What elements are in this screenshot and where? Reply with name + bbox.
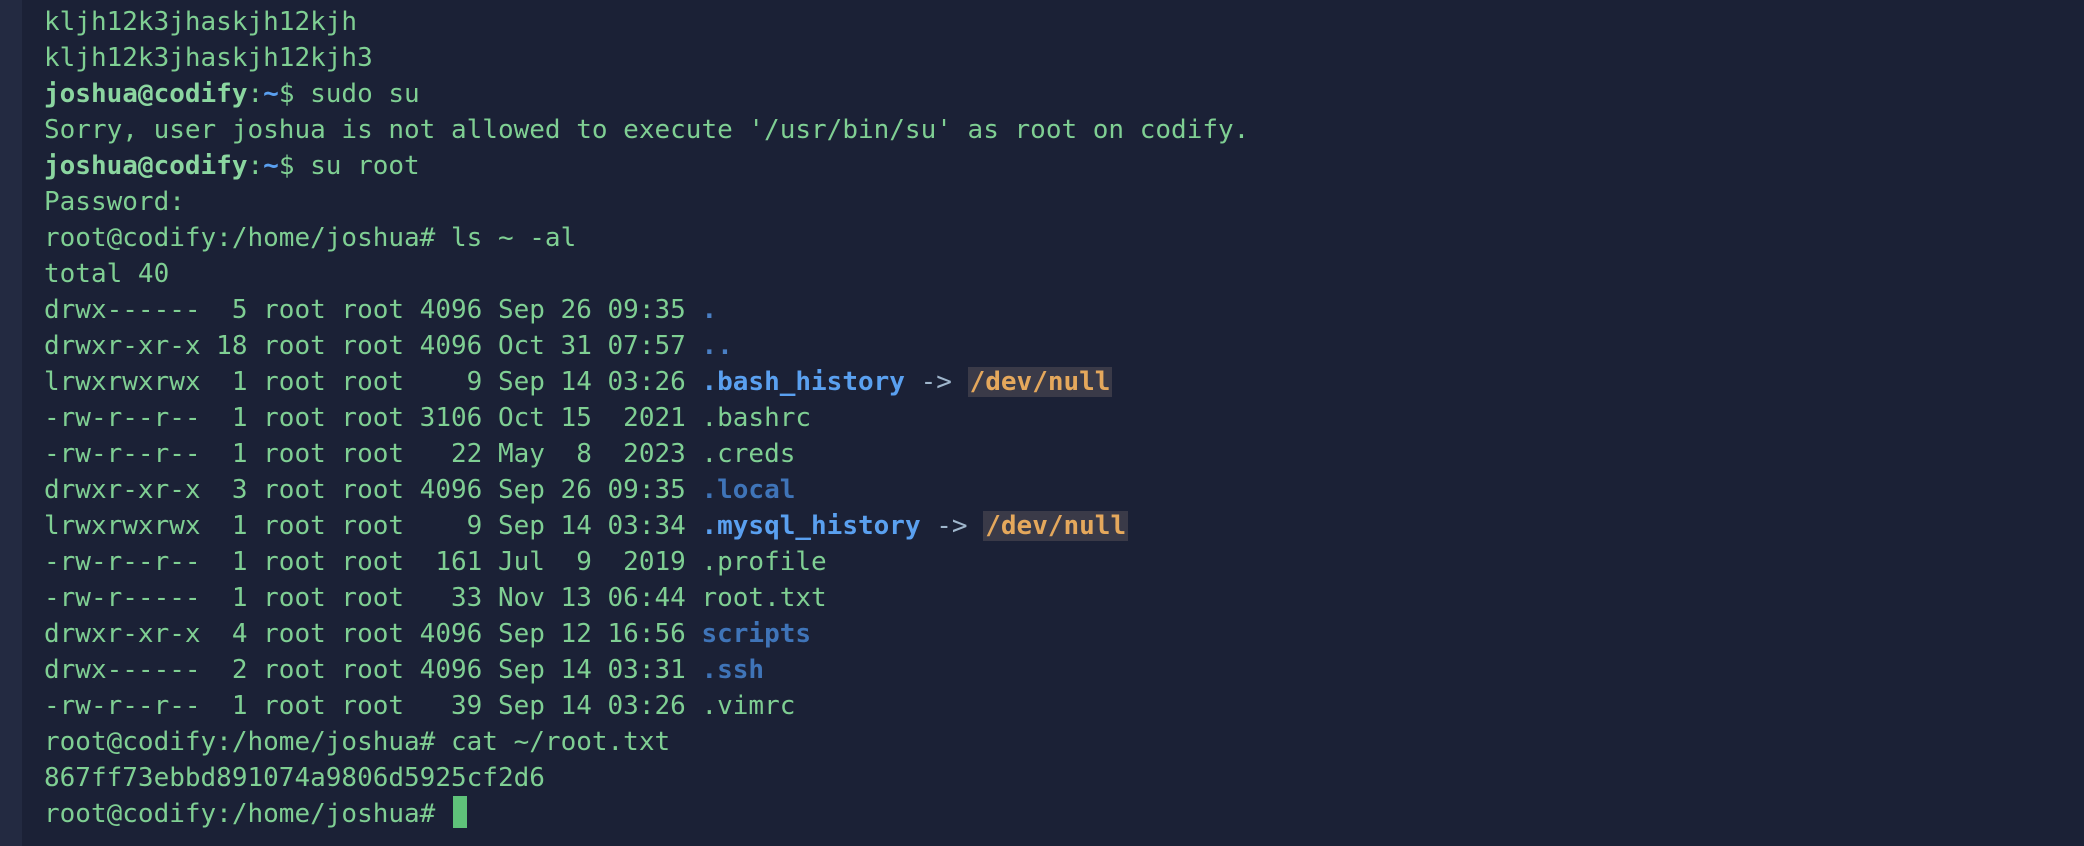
root-prompt-line: root@codify:/home/joshua# cat ~/root.txt <box>44 724 2084 760</box>
root-prompt: root@codify:/home/joshua# <box>44 799 451 829</box>
listing-row: -rw-r--r-- 1 root root 22 May 8 2023 .cr… <box>44 436 2084 472</box>
listing-row: -rw-r--r-- 1 root root 161 Jul 9 2019 .p… <box>44 544 2084 580</box>
listing-row: drwx------ 5 root root 4096 Sep 26 09:35… <box>44 292 2084 328</box>
file-name: .mysql_history <box>701 511 921 541</box>
file-metadata: drwx------ 2 root root 4096 Sep 14 03:31 <box>44 655 702 685</box>
command-text: ls ~ -al <box>451 223 577 253</box>
text-cursor[interactable] <box>453 796 467 828</box>
file-metadata: -rw-r--r-- 1 root root 22 May 8 2023 <box>44 439 702 469</box>
prompt-line: joshua@codify:~$ sudo su <box>44 79 420 109</box>
file-name: .creds <box>701 439 796 469</box>
listing-row: -rw-r----- 1 root root 33 Nov 13 06:44 r… <box>44 580 2084 616</box>
file-name: .ssh <box>701 655 765 685</box>
output-line: kljh12k3jhaskjh12kjh <box>44 7 358 37</box>
output-line: Sorry, user joshua is not allowed to exe… <box>44 115 1250 145</box>
file-name: root.txt <box>701 583 827 613</box>
file-metadata: -rw-r----- 1 root root 33 Nov 13 06:44 <box>44 583 702 613</box>
output-line: total 40 <box>44 259 170 289</box>
listing-row: drwxr-xr-x 3 root root 4096 Sep 26 09:35… <box>44 472 2084 508</box>
file-name: . <box>701 295 718 325</box>
file-metadata: lrwxrwxrwx 1 root root 9 Sep 14 03:34 <box>44 511 702 541</box>
listing-row: drwx------ 2 root root 4096 Sep 14 03:31… <box>44 652 2084 688</box>
prompt-path: ~ <box>263 79 279 109</box>
file-metadata: drwxr-xr-x 3 root root 4096 Sep 26 09:35 <box>44 475 702 505</box>
directory-listing: drwx------ 5 root root 4096 Sep 26 09:35… <box>44 292 2084 724</box>
listing-row: drwxr-xr-x 18 root root 4096 Oct 31 07:5… <box>44 328 2084 364</box>
file-metadata: -rw-r--r-- 1 root root 39 Sep 14 03:26 <box>44 691 702 721</box>
listing-row: drwxr-xr-x 4 root root 4096 Sep 12 16:56… <box>44 616 2084 652</box>
symlink-target: /dev/null <box>983 511 1129 541</box>
command-text: su root <box>310 151 420 181</box>
file-name: .local <box>701 475 796 505</box>
command-text: cat ~/root.txt <box>451 727 671 757</box>
command-text: sudo su <box>310 79 420 109</box>
prompt-path: ~ <box>263 151 279 181</box>
file-name: .. <box>701 331 733 361</box>
file-name: .profile <box>701 547 827 577</box>
terminal-window[interactable]: kljh12k3jhaskjh12kjh kljh12k3jhaskjh12kj… <box>0 0 2084 846</box>
file-metadata: -rw-r--r-- 1 root root 3106 Oct 15 2021 <box>44 403 702 433</box>
symlink-target: /dev/null <box>967 367 1113 397</box>
prompt-line: joshua@codify:~$ su root <box>44 151 420 181</box>
symlink-arrow: -> <box>920 511 984 541</box>
prompt-sign: $ <box>278 79 311 109</box>
output-line: Password: <box>44 187 185 217</box>
file-metadata: lrwxrwxrwx 1 root root 9 Sep 14 03:26 <box>44 367 702 397</box>
prompt-sign: $ <box>278 151 311 181</box>
listing-row: lrwxrwxrwx 1 root root 9 Sep 14 03:26 .b… <box>44 364 2084 400</box>
file-name: .bashrc <box>701 403 812 433</box>
symlink-arrow: -> <box>904 367 968 397</box>
file-name: .bash_history <box>701 367 905 397</box>
output-line: 867ff73ebbd891074a9806d5925cf2d6 <box>44 763 545 793</box>
prompt-user: joshua@codify <box>44 151 248 181</box>
listing-row: -rw-r--r-- 1 root root 3106 Oct 15 2021 … <box>44 400 2084 436</box>
root-prompt-line: root@codify:/home/joshua# ls ~ -al <box>44 220 2084 256</box>
file-name: .vimrc <box>701 691 796 721</box>
file-metadata: drwx------ 5 root root 4096 Sep 26 09:35 <box>44 295 702 325</box>
window-edge <box>0 0 22 846</box>
file-metadata: drwxr-xr-x 4 root root 4096 Sep 12 16:56 <box>44 619 702 649</box>
output-line: kljh12k3jhaskjh12kjh3 <box>44 43 373 73</box>
root-prompt: root@codify:/home/joshua# <box>44 223 451 253</box>
listing-row: -rw-r--r-- 1 root root 39 Sep 14 03:26 .… <box>44 688 2084 724</box>
prompt-user: joshua@codify <box>44 79 248 109</box>
listing-row: lrwxrwxrwx 1 root root 9 Sep 14 03:34 .m… <box>44 508 2084 544</box>
file-metadata: -rw-r--r-- 1 root root 161 Jul 9 2019 <box>44 547 702 577</box>
root-prompt: root@codify:/home/joshua# <box>44 727 451 757</box>
file-metadata: drwxr-xr-x 18 root root 4096 Oct 31 07:5… <box>44 331 702 361</box>
file-name: scripts <box>701 619 812 649</box>
active-prompt-line[interactable]: root@codify:/home/joshua# <box>44 796 2084 832</box>
